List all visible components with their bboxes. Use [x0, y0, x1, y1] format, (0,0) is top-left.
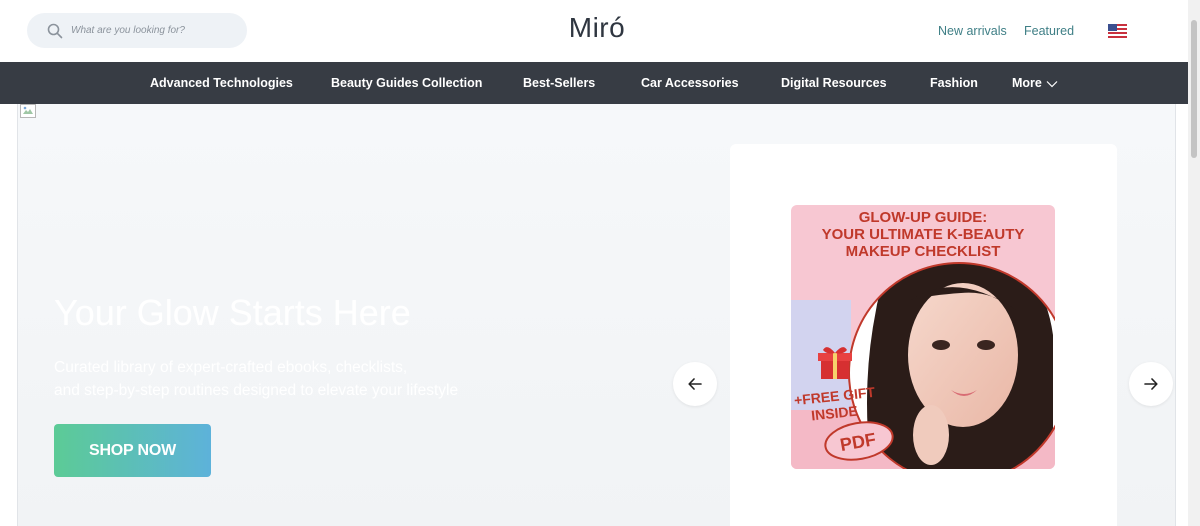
broken-image-icon: [20, 104, 36, 118]
hero-subtitle-line-2: and step-by-step routines designed to el…: [54, 382, 459, 399]
hero-subtitle: Curated library of expert-crafted ebooks…: [54, 356, 534, 402]
chevron-down-icon: [1046, 80, 1058, 88]
page: Miró New arrivals Featured Advanced Tech…: [0, 0, 1200, 526]
product-card[interactable]: GLOW-UP GUIDE: YOUR ULTIMATE K-BEAUTY MA…: [730, 144, 1117, 526]
product-cover-graphic: GLOW-UP GUIDE: YOUR ULTIMATE K-BEAUTY MA…: [791, 205, 1055, 469]
product-image[interactable]: GLOW-UP GUIDE: YOUR ULTIMATE K-BEAUTY MA…: [791, 205, 1055, 469]
nav-item-digital-resources[interactable]: Digital Resources: [781, 62, 887, 104]
new-arrivals-link[interactable]: New arrivals: [938, 24, 1007, 38]
nav-item-more[interactable]: More: [1012, 62, 1058, 104]
shop-now-button[interactable]: SHOP NOW: [54, 424, 211, 477]
scrollbar-thumb[interactable]: [1191, 20, 1197, 158]
arrow-left-icon: [688, 378, 702, 390]
cover-title-line-2: YOUR ULTIMATE K-BEAUTY: [822, 226, 1025, 243]
search-icon: [47, 23, 63, 38]
nav-item-beauty-guides[interactable]: Beauty Guides Collection: [331, 62, 482, 104]
nav-item-fashion[interactable]: Fashion: [930, 62, 978, 104]
cover-title-line-1: GLOW-UP GUIDE:: [859, 209, 988, 226]
cover-title-line-3: MAKEUP CHECKLIST: [846, 243, 1001, 260]
page-scrollbar[interactable]: [1188, 0, 1200, 526]
search-box[interactable]: [27, 13, 247, 48]
hero-banner: Your Glow Starts Here Curated library of…: [17, 104, 1176, 526]
hero-title: Your Glow Starts Here: [54, 292, 411, 333]
site-logo[interactable]: Miró: [569, 12, 625, 43]
carousel-next-button[interactable]: [1129, 362, 1173, 406]
nav-item-car-accessories[interactable]: Car Accessories: [641, 62, 739, 104]
nav-item-advanced-technologies[interactable]: Advanced Technologies: [150, 62, 293, 104]
arrow-right-icon: [1144, 378, 1158, 390]
featured-link[interactable]: Featured: [1024, 24, 1074, 38]
main-nav: Advanced Technologies Beauty Guides Coll…: [0, 62, 1194, 104]
hero-subtitle-line-1: Curated library of expert-crafted ebooks…: [54, 359, 408, 376]
us-flag-icon[interactable]: [1108, 24, 1127, 38]
header: Miró New arrivals Featured: [0, 0, 1188, 62]
carousel-prev-button[interactable]: [673, 362, 717, 406]
search-input[interactable]: [71, 25, 231, 36]
nav-item-best-sellers[interactable]: Best-Sellers: [523, 62, 595, 104]
nav-more-label: More: [1012, 76, 1042, 90]
